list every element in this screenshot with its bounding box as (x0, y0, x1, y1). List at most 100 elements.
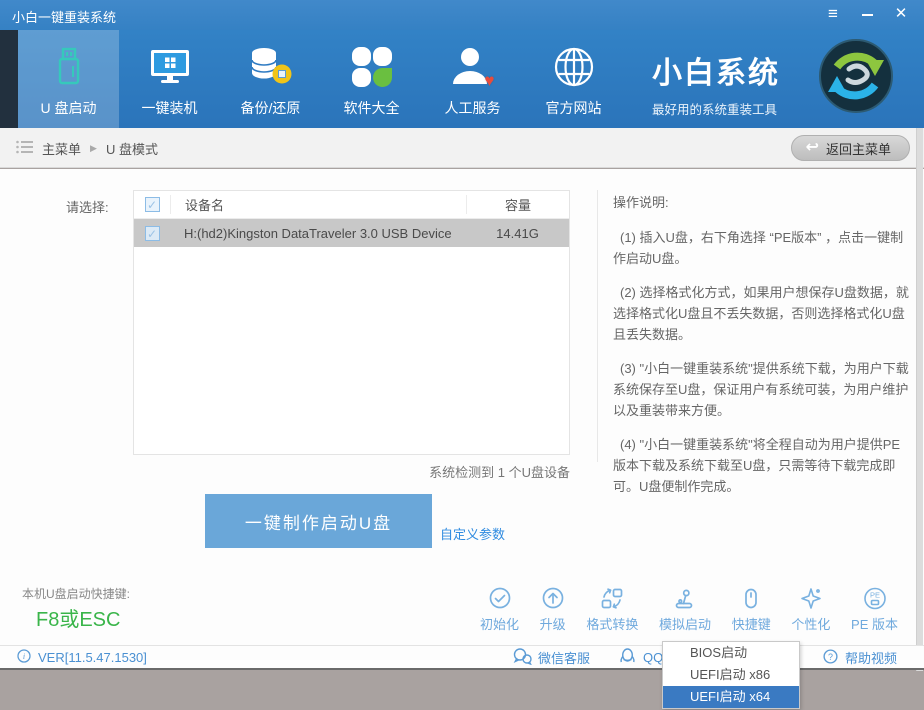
mouse-icon (738, 586, 764, 611)
detect-count-text: 系统检测到 1 个U盘设备 (133, 462, 570, 481)
close-button[interactable]: ✕ (892, 3, 910, 25)
table-header-row: ✓ 设备名 容量 (134, 191, 569, 219)
star-icon (798, 586, 824, 611)
instruction-step-4: (4) "小白一键重装系统"将全程自动为用户提供PE版本下载及系统下载至U盘，只… (613, 434, 913, 497)
version-text: VER[11.5.47.1530] (38, 650, 147, 665)
heart-icon: ♥ (484, 72, 494, 89)
select-label: 请选择: (66, 197, 109, 216)
tool-initialize[interactable]: 初始化 (480, 586, 519, 633)
nav-item-backup-restore[interactable]: 备份/还原 (220, 30, 321, 128)
nav-item-usb-boot[interactable]: U 盘启动 (18, 30, 119, 128)
brand-title: 小白系统 (652, 48, 822, 92)
tool-label: 升级 (540, 614, 566, 633)
tool-label: PE 版本 (851, 614, 898, 633)
device-table: ✓ 设备名 容量 ✓ H:(hd2)Kingston DataTraveler … (133, 190, 570, 455)
table-row[interactable]: ✓ H:(hd2)Kingston DataTraveler 3.0 USB D… (134, 219, 569, 247)
row-checkbox[interactable]: ✓ (145, 226, 160, 241)
app-logo (818, 38, 894, 114)
wechat-icon (512, 647, 532, 668)
nav-label: U 盘启动 (41, 98, 97, 118)
instruction-step-2: (2) 选择格式化方式，如果用户想保存U盘数据，就选择格式化U盘且不丢失数据，否… (613, 282, 913, 345)
instructions-title: 操作说明: (613, 192, 913, 211)
tool-pe-version[interactable]: PE PE 版本 (851, 586, 898, 633)
nav-item-website[interactable]: 官方网站 (523, 30, 624, 128)
tool-personalize[interactable]: 个性化 (791, 586, 830, 633)
column-header-capacity: 容量 (466, 195, 569, 214)
breadcrumb-current: U 盘模式 (106, 139, 158, 158)
nav-item-software-center[interactable]: 软件大全 (321, 30, 422, 128)
wechat-support[interactable]: 微信客服 (512, 646, 590, 669)
nav-item-one-click-install[interactable]: 一键装机 (119, 30, 220, 128)
column-header-device-name: 设备名 (170, 195, 466, 214)
instruction-step-3: (3) "小白一键重装系统"提供系统下载，为用户下载系统保存至U盘，保证用户有系… (613, 358, 913, 421)
breadcrumb-root[interactable]: 主菜单 (42, 139, 81, 158)
tool-label: 个性化 (791, 614, 830, 633)
info-icon: i (16, 648, 32, 667)
return-button-label: 返回主菜单 (826, 139, 891, 158)
menu-icon[interactable]: ≡ (824, 3, 842, 25)
tool-hotkey[interactable]: 快捷键 (732, 586, 771, 633)
help-video[interactable]: ? 帮助视频 (822, 646, 897, 669)
initialize-icon (487, 586, 513, 611)
tool-upgrade[interactable]: 升级 (540, 586, 566, 633)
popup-item-bios[interactable]: BIOS启动 (663, 642, 799, 664)
brand-subtitle: 最好用的系统重装工具 (652, 99, 822, 118)
minimize-button[interactable] (858, 3, 876, 25)
instructions-panel: 操作说明: (1) 插入U盘，右下角选择 “PE版本” ，点击一键制作启动U盘。… (613, 192, 913, 510)
tools-row: 初始化 升级 格式转换 (480, 586, 898, 633)
nav-label: 一键装机 (142, 98, 198, 118)
svg-text:PE: PE (870, 591, 880, 600)
app-window: 小白一键重装系统 ≡ ✕ U 盘启动 (0, 0, 924, 710)
instruction-step-1: (1) 插入U盘，右下角选择 “PE版本” ，点击一键制作启动U盘。 (613, 227, 913, 269)
tool-label: 初始化 (480, 614, 519, 633)
qq-icon (618, 647, 637, 669)
select-all-checkbox[interactable]: ✓ (145, 197, 160, 212)
main-nav: U 盘启动 一键装机 (0, 30, 924, 128)
boot-type-popup: BIOS启动 UEFI启动 x86 UEFI启动 x64 (662, 641, 800, 709)
window-right-edge (916, 128, 923, 671)
tool-simulate-boot[interactable]: 模拟启动 (659, 586, 711, 633)
help-label: 帮助视频 (845, 648, 897, 667)
column-divider (597, 190, 598, 462)
nav-label: 备份/还原 (241, 98, 301, 118)
globe-icon (550, 41, 598, 93)
boot-shortcut-keys: F8或ESC (36, 603, 120, 632)
usb-drive-icon (45, 41, 93, 93)
brand-block: 小白系统 最好用的系统重装工具 (652, 48, 822, 118)
version-info: i VER[11.5.47.1530] (16, 646, 147, 669)
popup-item-uefi-x86[interactable]: UEFI启动 x86 (663, 664, 799, 686)
back-arrow-icon: ↩ (806, 140, 819, 156)
minimize-icon (862, 14, 873, 16)
make-boot-usb-button[interactable]: 一键制作启动U盘 (205, 494, 432, 548)
tool-format-convert[interactable]: 格式转换 (586, 586, 638, 633)
breadcrumb-menu-icon (16, 140, 33, 157)
tool-label: 模拟启动 (659, 614, 711, 633)
device-name-cell: H:(hd2)Kingston DataTraveler 3.0 USB Dev… (170, 226, 466, 241)
svg-text:i: i (23, 652, 25, 661)
tool-label: 快捷键 (732, 614, 771, 633)
app-title: 小白一键重装系统 (12, 7, 116, 26)
svg-text:?: ? (828, 651, 833, 661)
upgrade-icon (540, 586, 566, 611)
nav-item-support[interactable]: ♥ 人工服务 (422, 30, 523, 128)
qq-support[interactable]: QQ (618, 646, 663, 669)
help-icon: ? (822, 648, 839, 668)
software-clover-icon (348, 41, 396, 93)
titlebar: 小白一键重装系统 ≡ ✕ (0, 0, 924, 30)
support-person-icon: ♥ (449, 41, 497, 93)
breadcrumb-arrow-icon: ▶ (90, 143, 97, 154)
tool-label: 格式转换 (586, 614, 638, 633)
boot-shortcut-label: 本机U盘启动快捷键: (22, 585, 130, 602)
format-convert-icon (599, 586, 625, 611)
custom-params-link[interactable]: 自定义参数 (440, 524, 505, 543)
wechat-label: 微信客服 (538, 648, 590, 667)
qq-label: QQ (643, 650, 663, 665)
return-main-menu-button[interactable]: ↩ 返回主菜单 (791, 135, 910, 161)
nav-label: 人工服务 (445, 98, 501, 118)
popup-item-uefi-x64[interactable]: UEFI启动 x64 (663, 686, 799, 708)
simulate-boot-icon (672, 586, 698, 611)
nav-label: 官方网站 (546, 98, 602, 118)
nav-left-strip (0, 30, 18, 128)
backup-database-icon (247, 41, 295, 93)
capacity-cell: 14.41G (466, 226, 569, 241)
